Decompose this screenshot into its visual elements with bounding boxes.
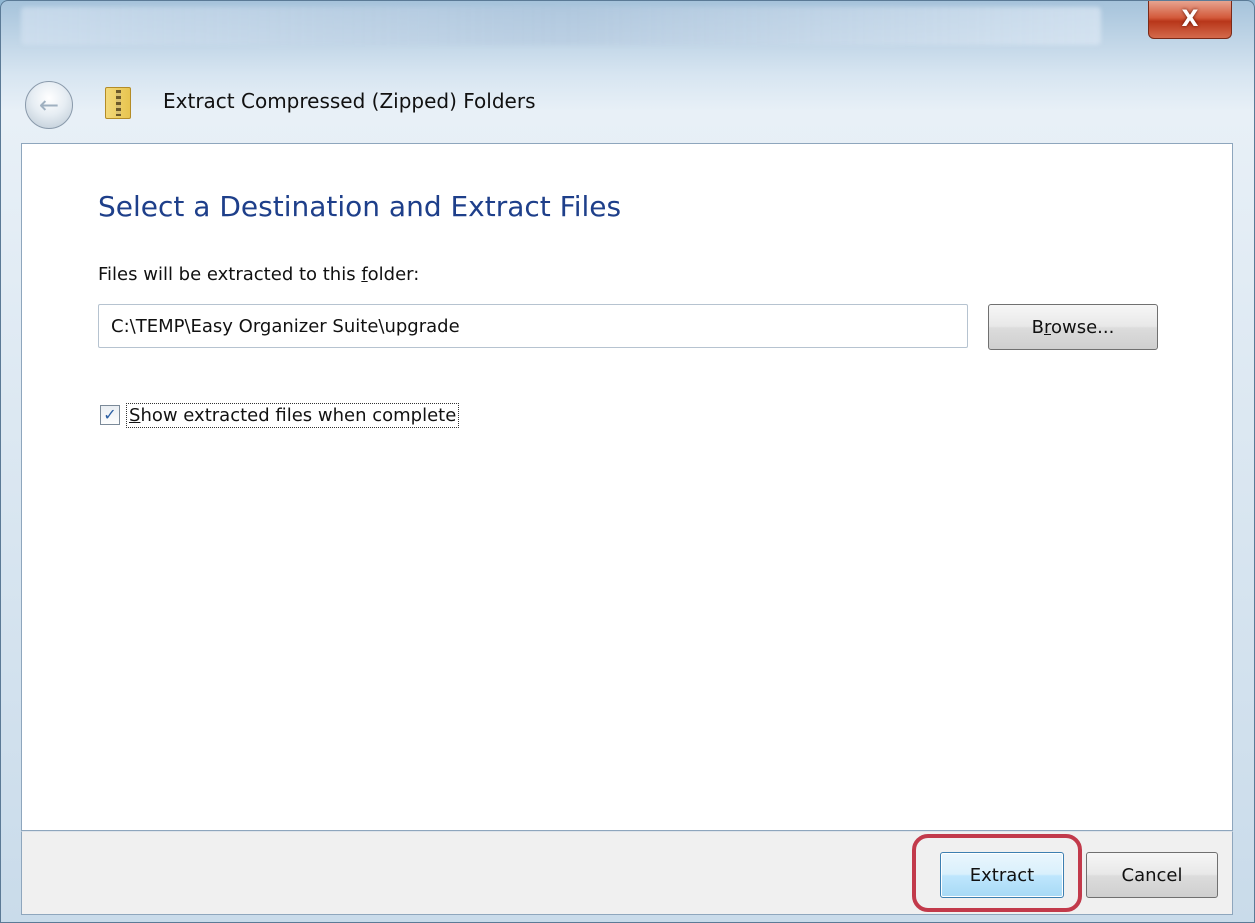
show-files-option[interactable]: ✓ Show extracted files when complete: [100, 400, 460, 430]
destination-label: Files will be extracted to this folder:: [98, 264, 419, 285]
page-heading: Select a Destination and Extract Files: [98, 190, 622, 223]
show-files-label[interactable]: Show extracted files when complete: [126, 402, 460, 428]
browse-label-accel: r: [1043, 316, 1051, 338]
dialog-window: X ← Extract Compressed (Zipped) Folders …: [0, 0, 1255, 923]
extract-button[interactable]: Extract: [940, 852, 1064, 898]
show-files-checkbox[interactable]: ✓: [100, 405, 120, 425]
content-panel: Select a Destination and Extract Files F…: [21, 143, 1233, 831]
close-button[interactable]: X: [1148, 1, 1232, 39]
checkmark-icon: ✓: [103, 405, 117, 424]
show-files-label-accel: S: [129, 404, 141, 426]
header-row: ← Extract Compressed (Zipped) Folders: [1, 67, 1255, 133]
dialog-title: Extract Compressed (Zipped) Folders: [163, 89, 536, 113]
browse-label-pre: B: [1031, 316, 1044, 338]
back-button[interactable]: ←: [25, 81, 73, 129]
browse-button[interactable]: Browse...: [988, 304, 1158, 350]
cancel-button[interactable]: Cancel: [1086, 852, 1218, 898]
zip-folder-icon: [105, 87, 131, 119]
close-icon: X: [1181, 7, 1199, 32]
destination-label-rest: older:: [367, 264, 420, 285]
title-bar: [21, 7, 1101, 45]
show-files-label-text: how extracted files when complete: [140, 404, 457, 426]
back-arrow-icon: ←: [38, 91, 60, 119]
button-bar: Extract Cancel: [21, 831, 1233, 915]
destination-path-input[interactable]: [98, 304, 968, 348]
browse-label-post: owse...: [1051, 316, 1115, 338]
destination-label-text: Files will be extracted to this: [98, 264, 362, 285]
